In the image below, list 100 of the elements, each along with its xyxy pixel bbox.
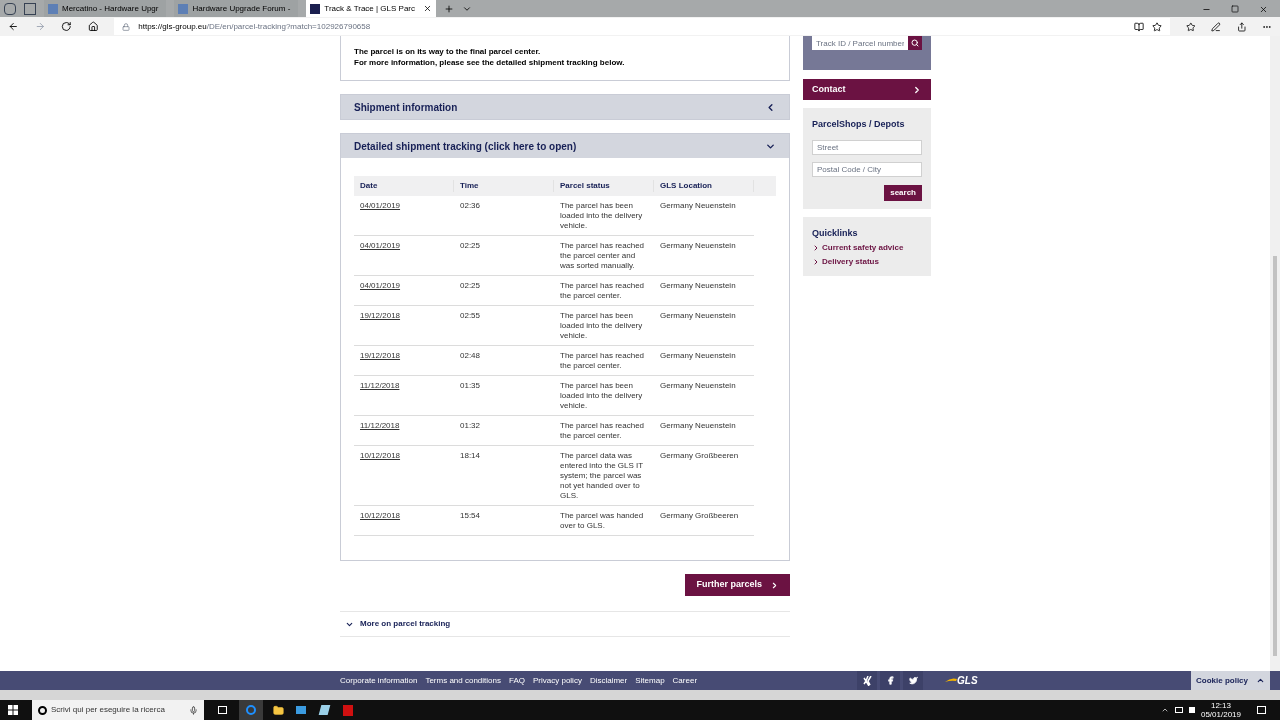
table-cell: Germany Neuenstein: [660, 421, 736, 430]
table-cell: Germany Großbeeren: [660, 451, 739, 460]
table-cell: 02:48: [460, 351, 481, 360]
gls-logo: GLS: [945, 673, 978, 688]
browser-tab[interactable]: Mercatino - Hardware Upgr: [44, 0, 167, 17]
table-cell: Germany Neuenstein: [660, 241, 736, 250]
table-cell: The parcel has been loaded into the delivery vehicle.: [560, 201, 643, 230]
date-link[interactable]: 10/12/2018: [360, 451, 401, 460]
restore-icon[interactable]: [1231, 5, 1239, 13]
clock-date[interactable]: 05/01/2019: [1200, 710, 1241, 719]
favicon-icon: [310, 3, 321, 14]
favorite-icon[interactable]: [1151, 21, 1162, 32]
facebook-icon[interactable]: [880, 671, 901, 690]
windows-start-icon[interactable]: [8, 705, 18, 715]
quick-link[interactable]: Delivery status: [812, 256, 922, 268]
date-link[interactable]: 04/01/2019: [360, 281, 401, 290]
status-text: The parcel is on its way to the final parcel center.: [354, 46, 542, 57]
twitter-icon[interactable]: [903, 671, 924, 690]
date-link[interactable]: 10/12/2018: [360, 511, 401, 520]
panel-title: ParcelShops / Depots: [812, 118, 906, 131]
chevron-down-icon[interactable]: [462, 4, 472, 14]
column-header[interactable]: Parcel status: [554, 180, 654, 192]
column-header[interactable]: Time: [454, 180, 554, 192]
column-header[interactable]: Date: [354, 180, 454, 192]
date-link[interactable]: 04/01/2019: [360, 201, 401, 210]
date-link[interactable]: 11/12/2018: [360, 381, 400, 390]
table-cell: Germany Neuenstein: [660, 311, 736, 320]
footer-link[interactable]: Career: [672, 674, 698, 687]
xing-icon[interactable]: [857, 671, 878, 690]
date-link[interactable]: 04/01/2019: [360, 241, 401, 250]
table-cell: The parcel has been loaded into the delivery vehicle.: [560, 311, 643, 340]
more-link[interactable]: More on parcel tracking: [360, 618, 451, 630]
date-link[interactable]: 11/12/2018: [360, 421, 400, 430]
close-icon[interactable]: [423, 4, 432, 13]
table-cell: The parcel data was entered into the GLS IT system; the parcel was not yet handed over to GLS.: [560, 451, 643, 500]
status-text: For more information, please see the detailed shipment tracking below.: [354, 57, 626, 68]
footer-link[interactable]: Disclaimer: [589, 674, 628, 687]
table-cell: 02:25: [460, 281, 481, 290]
table-cell: 01:32: [460, 421, 481, 430]
scrollbar[interactable]: [1270, 36, 1280, 671]
home-icon[interactable]: [87, 21, 99, 32]
lock-icon: [122, 22, 131, 31]
address-bar[interactable]: https://gls-group.eu/DE/en/parcel-tracking?match=102926790658: [114, 18, 1170, 35]
new-tab-icon[interactable]: [444, 4, 454, 14]
footer-link[interactable]: Privacy policy: [533, 674, 582, 687]
search-button[interactable]: search: [884, 184, 922, 201]
table-cell: 15:54: [460, 511, 481, 520]
reading-view-icon[interactable]: [1133, 21, 1144, 32]
chevron-up-icon[interactable]: [1160, 706, 1169, 714]
favicon-icon: [48, 3, 58, 14]
horizontal-scrollbar[interactable]: [0, 690, 1280, 700]
table-cell: 18:14: [460, 451, 481, 460]
share-icon[interactable]: [1236, 21, 1247, 32]
browser-tab[interactable]: Track & Trace | GLS Parc: [306, 0, 436, 17]
street-field[interactable]: Street: [812, 139, 922, 155]
table-cell: 02:25: [460, 241, 481, 250]
contact-button[interactable]: Contact: [803, 79, 931, 100]
accordion-header[interactable]: Shipment information: [341, 95, 789, 119]
chevron-up-icon: [1256, 676, 1265, 685]
date-link[interactable]: 19/12/2018: [360, 311, 401, 320]
quick-link[interactable]: Current safety advice: [812, 242, 922, 254]
table-cell: Germany Neuenstein: [660, 351, 736, 360]
footer-link[interactable]: FAQ: [508, 674, 525, 687]
url-text: https://gls-group.eu/DE/en/parcel-tracking?match=102926790658: [138, 20, 371, 33]
favorites-icon[interactable]: [1185, 21, 1196, 32]
city-field[interactable]: Postal Code / City: [812, 161, 922, 177]
table-cell: The parcel has reached the parcel center.: [560, 281, 645, 300]
chevron-right-icon: [770, 580, 779, 590]
track-id-field[interactable]: Track ID / Parcel number: [812, 36, 908, 50]
table-cell: The parcel has reached the parcel center.: [560, 421, 645, 440]
table-cell: Germany Neuenstein: [660, 281, 736, 290]
footer-link[interactable]: Terms and conditions: [425, 674, 501, 687]
browser-tab[interactable]: Hardware Upgrade Forum -: [174, 0, 299, 17]
close-icon[interactable]: [1259, 5, 1268, 14]
refresh-icon[interactable]: [61, 21, 72, 32]
table-cell: The parcel has reached the parcel center.: [560, 351, 645, 370]
column-header[interactable]: GLS Location: [654, 180, 754, 192]
search-button[interactable]: [908, 36, 922, 50]
back-icon[interactable]: [8, 21, 19, 32]
microphone-icon[interactable]: [189, 705, 198, 715]
folder-icon[interactable]: [273, 704, 284, 716]
taskbar-search-field[interactable]: Scrivi qui per eseguire la ricerca: [32, 700, 204, 720]
footer-link[interactable]: Sitemap: [635, 674, 665, 687]
table-cell: 02:55: [460, 311, 481, 320]
accordion-header[interactable]: Detailed shipment tracking (click here to open): [341, 134, 789, 158]
cookie-policy-button[interactable]: Cookie policy: [1191, 671, 1270, 690]
table-cell: The parcel was handed over to GLS.: [560, 511, 644, 530]
further-parcels-button[interactable]: Further parcels: [685, 574, 790, 596]
table-cell: The parcel has been loaded into the delivery vehicle.: [560, 381, 643, 410]
date-link[interactable]: 19/12/2018: [360, 351, 401, 360]
panel-title: Quicklinks: [812, 226, 859, 240]
table-cell: 01:35: [460, 381, 481, 390]
table-cell: Germany Neuenstein: [660, 381, 736, 390]
pen-icon[interactable]: [1211, 21, 1221, 32]
table-cell: 02:36: [460, 201, 481, 210]
clock-time[interactable]: 12:13: [1210, 701, 1231, 710]
table-cell: Germany Neuenstein: [660, 201, 736, 210]
table-cell: Germany Großbeeren: [660, 511, 739, 520]
footer-link[interactable]: Corporate information: [340, 674, 418, 687]
favicon-icon: [178, 3, 189, 14]
